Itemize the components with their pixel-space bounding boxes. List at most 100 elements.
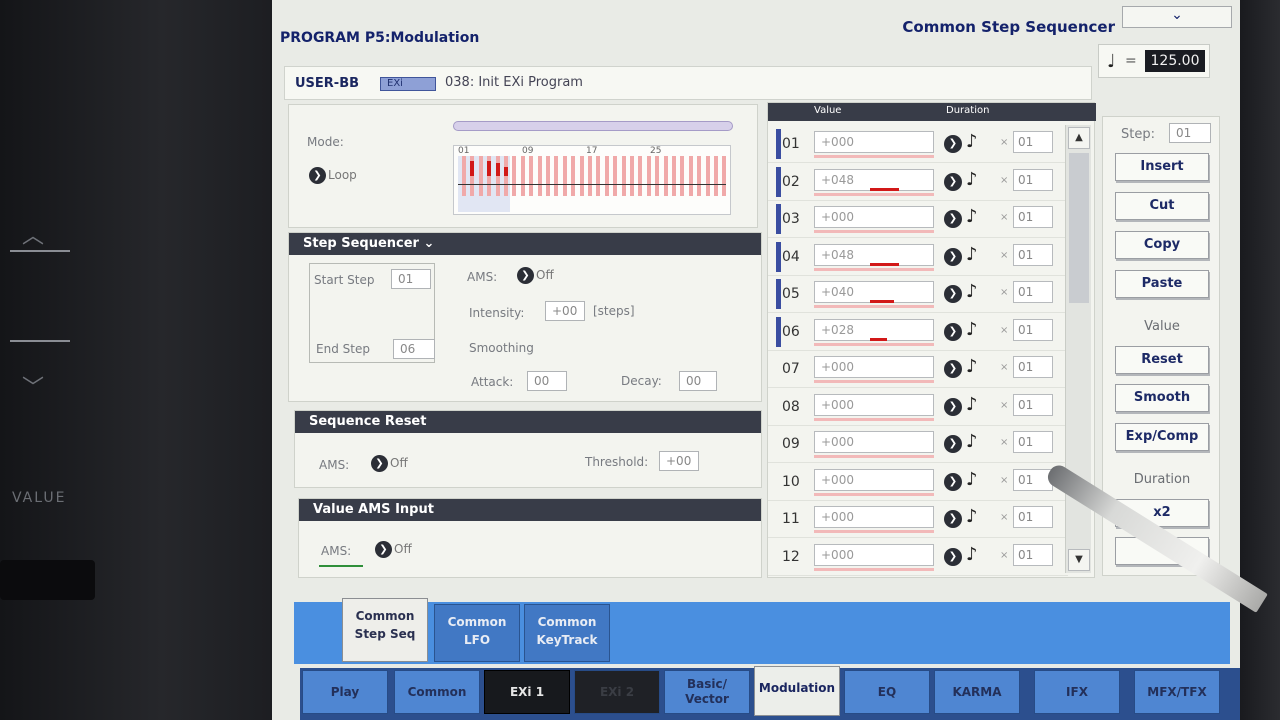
attack-field[interactable]: 00: [527, 371, 567, 391]
tab-basic-vector[interactable]: Basic/Vector: [664, 670, 750, 714]
scroll-down-icon[interactable]: ▼: [1068, 549, 1090, 571]
step-duration-field[interactable]: 01: [1013, 318, 1053, 341]
chevron-right-icon: ❯: [371, 455, 388, 472]
mode-value: Loop: [328, 168, 357, 182]
chevron-right-icon[interactable]: ❯: [944, 397, 962, 416]
chevron-right-icon[interactable]: ❯: [944, 322, 962, 341]
step-duration-field[interactable]: 01: [1013, 431, 1053, 453]
step-row[interactable]: 06 +028 ❯ ♪ × 01: [768, 313, 1068, 351]
chevron-right-icon[interactable]: ❯: [944, 135, 962, 153]
tab-common-keytrack[interactable]: Common KeyTrack: [524, 604, 610, 662]
tab-play[interactable]: Play: [302, 670, 388, 714]
expcomp-button[interactable]: Exp/Comp: [1115, 423, 1209, 451]
end-step-field[interactable]: 06: [393, 339, 435, 359]
graph-step-bar: [655, 156, 660, 196]
step-value-field[interactable]: +000: [814, 543, 934, 566]
step-value-field[interactable]: +000: [814, 431, 934, 453]
chevron-right-icon[interactable]: ❯: [944, 435, 962, 453]
step-duration-field[interactable]: 01: [1013, 393, 1053, 416]
insert-button[interactable]: Insert: [1115, 153, 1209, 181]
step-duration-field[interactable]: 01: [1013, 131, 1053, 153]
tab-mfx-tfx[interactable]: MFX/TFX: [1134, 670, 1220, 714]
scroll-up-icon[interactable]: ▲: [1068, 127, 1090, 149]
start-step-field[interactable]: 01: [391, 269, 431, 289]
reset-button[interactable]: Reset: [1115, 346, 1209, 374]
chevron-right-icon[interactable]: ❯: [944, 247, 962, 266]
step-row[interactable]: 11 +000 ❯ ♪ × 01: [768, 500, 1068, 538]
step-row[interactable]: 07 +000 ❯ ♪ × 01: [768, 350, 1068, 388]
graph-step-bar: [697, 156, 702, 196]
intensity-label: Intensity:: [469, 306, 525, 320]
scroll-thumb[interactable]: [1069, 153, 1089, 303]
page-menu-button[interactable]: ⌄: [1122, 6, 1232, 28]
cut-button[interactable]: Cut: [1115, 192, 1209, 220]
step-row[interactable]: 12 +000 ❯ ♪ × 01: [768, 538, 1068, 576]
step-value-field[interactable]: +000: [814, 356, 934, 378]
graph-scroll-slider[interactable]: [453, 121, 733, 131]
step-duration-field[interactable]: 01: [1013, 506, 1053, 528]
inc-arrow-icon[interactable]: ︿: [22, 218, 44, 250]
chevron-right-icon[interactable]: ❯: [944, 172, 962, 191]
smooth-button[interactable]: Smooth: [1115, 384, 1209, 412]
chevron-right-icon[interactable]: ❯: [944, 360, 962, 378]
chevron-right-icon[interactable]: ❯: [944, 547, 962, 566]
step-row[interactable]: 05 +040 ❯ ♪ × 01: [768, 275, 1068, 313]
value-ams-toggle[interactable]: ❯ Off: [375, 541, 412, 558]
tab-modulation[interactable]: Modulation: [754, 666, 840, 716]
graph-step-bar: [630, 156, 634, 196]
step-number: 02: [782, 173, 800, 190]
step-value-field[interactable]: +000: [814, 206, 934, 228]
step-duration-field[interactable]: 01: [1013, 356, 1053, 378]
step-row[interactable]: 02 +048 ❯ ♪ × 01: [768, 163, 1068, 201]
intensity-field[interactable]: +00: [545, 301, 585, 321]
decay-field[interactable]: 00: [679, 371, 717, 391]
dec-arrow-icon[interactable]: ﹀: [22, 370, 44, 402]
threshold-field[interactable]: +00: [659, 451, 699, 471]
value-ams-label: AMS:: [321, 544, 352, 558]
graph-step-value: [470, 161, 475, 176]
value-knob[interactable]: [0, 560, 95, 600]
tab-karma[interactable]: KARMA: [934, 670, 1020, 714]
tab-exi1[interactable]: EXi 1: [484, 670, 570, 714]
ams-value: Off: [536, 268, 554, 282]
step-value-field[interactable]: +000: [814, 506, 934, 528]
copy-button[interactable]: Copy: [1115, 231, 1209, 259]
chevron-right-icon[interactable]: ❯: [944, 510, 962, 528]
chevron-right-icon[interactable]: ❯: [944, 472, 962, 491]
step-duration-field[interactable]: 01: [1013, 243, 1053, 266]
program-row: USER-BB EXi 038: Init EXi Program: [284, 66, 1092, 100]
step-row[interactable]: 04 +048 ❯ ♪ × 01: [768, 238, 1068, 276]
step-value-field[interactable]: +000: [814, 468, 934, 491]
step-value-field[interactable]: +000: [814, 131, 934, 153]
step-row[interactable]: 08 +000 ❯ ♪ × 01: [768, 388, 1068, 426]
graph-step-bar: [546, 156, 550, 196]
ams-toggle[interactable]: ❯ Off: [517, 267, 554, 284]
paste-button[interactable]: Paste: [1115, 270, 1209, 298]
tab-common[interactable]: Common: [394, 670, 480, 714]
step-row[interactable]: 01 +000 ❯ ♪ × 01: [768, 125, 1068, 163]
tab-ifx[interactable]: IFX: [1034, 670, 1120, 714]
chevron-right-icon: ❯: [309, 167, 326, 184]
tempo-field[interactable]: 125.00: [1145, 50, 1205, 72]
reset-ams-toggle[interactable]: ❯ Off: [371, 455, 408, 472]
step-row[interactable]: 03 +000 ❯ ♪ × 01: [768, 200, 1068, 238]
step-duration-field[interactable]: 01: [1013, 281, 1053, 303]
step-field[interactable]: 01: [1169, 123, 1211, 143]
chevron-right-icon[interactable]: ❯: [944, 285, 962, 303]
mode-toggle[interactable]: ❯ Loop: [309, 167, 357, 184]
tab-common-lfo[interactable]: Common LFO: [434, 604, 520, 662]
step-value-field[interactable]: +000: [814, 393, 934, 416]
graph-step-bar: [621, 156, 626, 196]
program-bank[interactable]: USER-BB: [295, 76, 359, 91]
graph-tick-label: 25: [650, 146, 662, 156]
step-duration-field[interactable]: 01: [1013, 206, 1053, 228]
step-number: 06: [782, 323, 800, 340]
step-duration-field[interactable]: 01: [1013, 168, 1053, 191]
tab-eq[interactable]: EQ: [844, 670, 930, 714]
step-row[interactable]: 10 +000 ❯ ♪ × 01: [768, 463, 1068, 501]
step-row[interactable]: 09 +000 ❯ ♪ × 01: [768, 425, 1068, 463]
tab-common-step-seq[interactable]: Common Step Seq: [342, 598, 428, 662]
chevron-right-icon[interactable]: ❯: [944, 210, 962, 228]
step-duration-field[interactable]: 01: [1013, 543, 1053, 566]
multiply-sign: ×: [1000, 474, 1009, 486]
